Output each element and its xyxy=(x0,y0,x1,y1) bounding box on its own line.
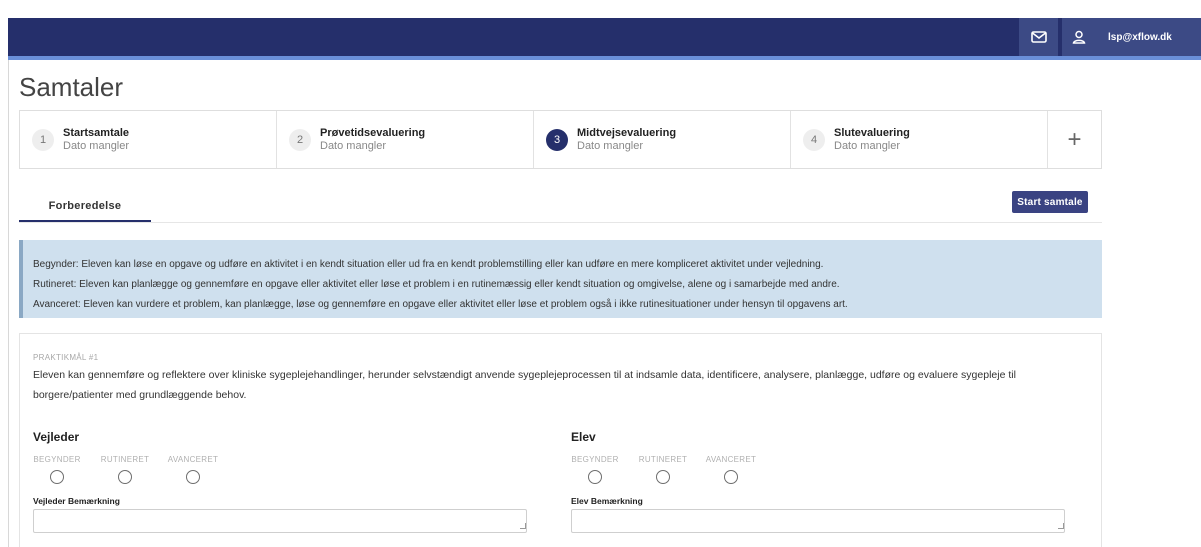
student-radio-rutineret[interactable]: RUTINERET xyxy=(629,455,697,484)
step-provetidsevaluering[interactable]: 2 Prøvetidsevaluering Dato mangler xyxy=(277,111,534,168)
radio-button[interactable] xyxy=(186,470,200,484)
step-number: 2 xyxy=(289,128,311,151)
step-slutevaluering[interactable]: 4 Slutevaluering Dato mangler xyxy=(791,111,1048,168)
info-line-avanceret: Avanceret: Eleven kan vurdere et problem… xyxy=(33,299,848,310)
supervisor-comment-field[interactable] xyxy=(33,509,527,533)
supervisor-level-radios: BEGYNDER RUTINERET AVANCERET xyxy=(23,455,227,484)
page-border xyxy=(8,60,9,547)
level-info-box: Begynder: Eleven kan løse en opgave og u… xyxy=(19,240,1102,318)
info-line-rutineret: Rutineret: Eleven kan planlægge og genne… xyxy=(33,279,840,290)
radio-label: BEGYNDER xyxy=(33,455,81,464)
start-samtale-button[interactable]: Start samtale xyxy=(1012,191,1088,213)
goal-description: Eleven kan gennemføre og reflektere over… xyxy=(33,369,1016,401)
mail-icon xyxy=(1030,31,1047,43)
supervisor-radio-begynder[interactable]: BEGYNDER xyxy=(23,455,91,484)
radio-label: AVANCERET xyxy=(705,455,757,464)
tab-label: Forberedelse xyxy=(48,200,122,212)
resize-grip-icon[interactable] xyxy=(520,523,526,529)
student-title: Elev xyxy=(571,430,596,444)
student-radio-begynder[interactable]: BEGYNDER xyxy=(561,455,629,484)
resize-grip-icon[interactable] xyxy=(1058,523,1064,529)
step-date: Dato mangler xyxy=(577,139,644,152)
radio-button[interactable] xyxy=(724,470,738,484)
student-level-radios: BEGYNDER RUTINERET AVANCERET xyxy=(561,455,765,484)
student-comment-field[interactable] xyxy=(571,509,1065,533)
top-navigation-bar: lsp@xflow.dk xyxy=(8,18,1201,60)
mail-button[interactable] xyxy=(1019,18,1058,56)
supervisor-title: Vejleder xyxy=(33,430,80,444)
supervisor-radio-avanceret[interactable]: AVANCERET xyxy=(159,455,227,484)
step-date: Dato mangler xyxy=(63,139,130,152)
supervisor-radio-rutineret[interactable]: RUTINERET xyxy=(91,455,159,484)
step-number: 4 xyxy=(803,128,825,151)
supervisor-comment-label: Vejleder Bemærkning xyxy=(33,496,120,506)
info-line-begynder: Begynder: Eleven kan løse en opgave og u… xyxy=(33,259,824,270)
user-icon xyxy=(1072,30,1086,44)
goal-label: PRAKTIKMÅL #1 xyxy=(33,353,99,362)
radio-label: BEGYNDER xyxy=(571,455,619,464)
conversation-stepper: 1 Startsamtale Dato mangler 2 Prøvetidse… xyxy=(19,110,1102,169)
step-startsamtale[interactable]: 1 Startsamtale Dato mangler xyxy=(20,111,277,168)
step-title: Prøvetidsevaluering xyxy=(320,126,426,139)
radio-button[interactable] xyxy=(588,470,602,484)
radio-label: AVANCERET xyxy=(167,455,219,464)
praktikmaal-card: PRAKTIKMÅL #1 Eleven kan gennemføre og r… xyxy=(19,333,1102,547)
step-title: Slutevaluering xyxy=(834,126,910,139)
step-midtvejsevaluering[interactable]: 3 Midtvejsevaluering Dato mangler xyxy=(534,111,791,168)
radio-button[interactable] xyxy=(50,470,64,484)
radio-button[interactable] xyxy=(656,470,670,484)
step-date: Dato mangler xyxy=(320,139,387,152)
student-comment-label: Elev Bemærkning xyxy=(571,496,643,506)
app-page: lsp@xflow.dk Samtaler 1 Startsamtale Dat… xyxy=(0,0,1201,547)
radio-button[interactable] xyxy=(118,470,132,484)
radio-label: RUTINERET xyxy=(100,455,150,464)
step-title: Startsamtale xyxy=(63,126,130,139)
step-number: 3 xyxy=(546,128,568,151)
step-number: 1 xyxy=(32,128,54,151)
student-radio-avanceret[interactable]: AVANCERET xyxy=(697,455,765,484)
add-step-button[interactable]: + xyxy=(1048,111,1101,168)
tab-forberedelse[interactable]: Forberedelse xyxy=(19,194,151,222)
step-title: Midtvejsevaluering xyxy=(577,126,677,139)
radio-label: RUTINERET xyxy=(638,455,688,464)
tab-divider xyxy=(19,222,1102,223)
page-title: Samtaler xyxy=(19,72,124,102)
user-menu-button[interactable]: lsp@xflow.dk xyxy=(1062,18,1201,56)
plus-icon: + xyxy=(1067,125,1082,153)
step-date: Dato mangler xyxy=(834,139,901,152)
user-email: lsp@xflow.dk xyxy=(1108,31,1172,43)
